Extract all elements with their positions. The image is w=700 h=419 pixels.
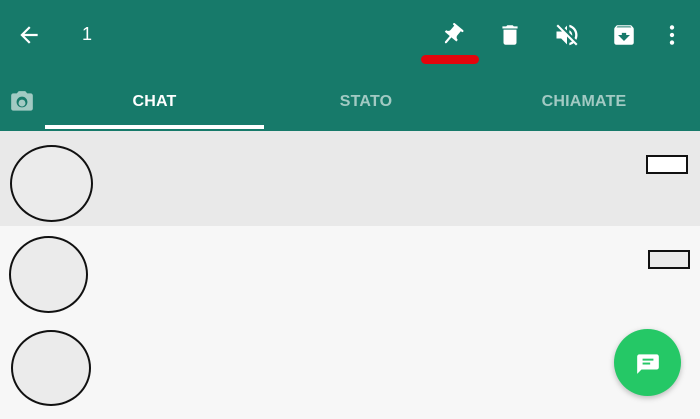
tab-stato[interactable]: STATO bbox=[264, 72, 468, 131]
chat-row[interactable] bbox=[0, 322, 700, 419]
tab-chat[interactable]: CHAT bbox=[45, 72, 264, 131]
more-vert-icon bbox=[669, 25, 675, 45]
archive-icon bbox=[614, 25, 634, 45]
mute-icon bbox=[556, 24, 578, 46]
whatsapp-screen: 1 CHAT STATO CHIAMATE bbox=[0, 0, 700, 419]
chat-row-selected[interactable] bbox=[0, 131, 700, 226]
timestamp-placeholder bbox=[646, 155, 688, 174]
camera-icon bbox=[11, 91, 33, 111]
avatar[interactable] bbox=[10, 145, 93, 222]
tab-chiamate[interactable]: CHIAMATE bbox=[468, 72, 700, 131]
pin-highlight-underline bbox=[421, 55, 479, 64]
chat-row[interactable] bbox=[0, 226, 700, 322]
timestamp-placeholder bbox=[648, 250, 690, 269]
trash-icon bbox=[502, 25, 518, 45]
selected-count: 1 bbox=[82, 24, 93, 44]
avatar[interactable] bbox=[9, 236, 88, 313]
back-button[interactable] bbox=[7, 13, 51, 57]
arrow-left-icon bbox=[20, 26, 38, 44]
archive-chat-button[interactable] bbox=[602, 13, 646, 57]
more-options-button[interactable] bbox=[652, 13, 692, 57]
pin-icon bbox=[444, 22, 464, 44]
new-chat-icon bbox=[636, 353, 659, 374]
new-chat-button[interactable] bbox=[614, 329, 681, 396]
app-bar: 1 CHAT STATO CHIAMATE bbox=[0, 0, 700, 131]
delete-chat-button[interactable] bbox=[488, 13, 532, 57]
avatar[interactable] bbox=[11, 330, 91, 406]
mute-chat-button[interactable] bbox=[545, 13, 589, 57]
chat-list bbox=[0, 131, 700, 419]
tab-bar: CHAT STATO CHIAMATE bbox=[0, 72, 700, 131]
pin-chat-button[interactable] bbox=[430, 13, 474, 57]
active-tab-indicator bbox=[45, 125, 264, 129]
tab-camera[interactable] bbox=[0, 80, 44, 124]
selection-action-bar: 1 bbox=[0, 0, 700, 72]
